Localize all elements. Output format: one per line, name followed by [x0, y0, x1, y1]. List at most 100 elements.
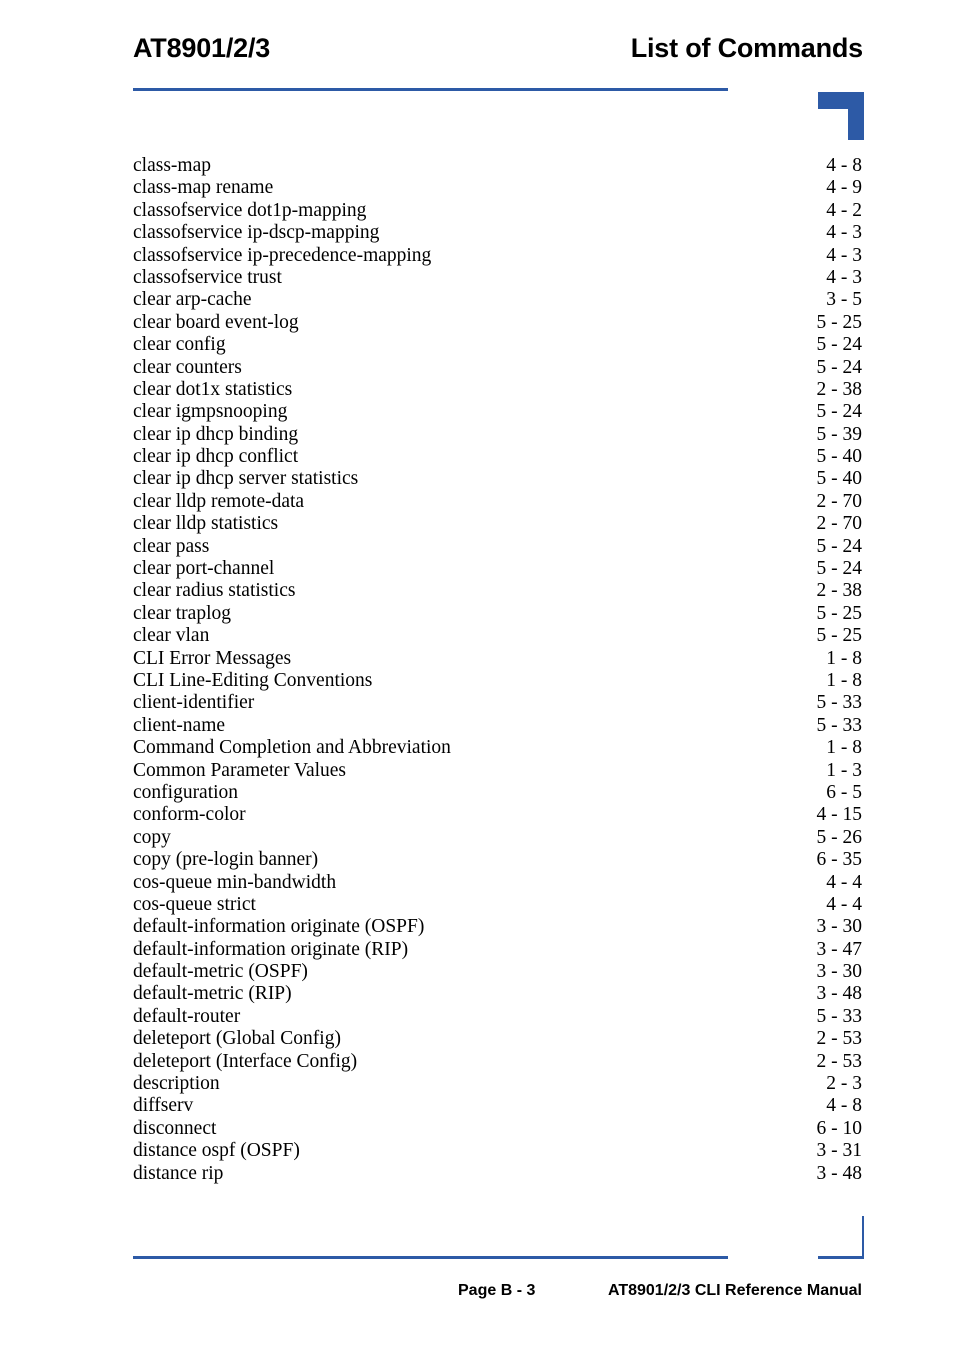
- index-entry-label: clear radius statistics: [133, 580, 296, 602]
- index-entry-label: disconnect: [133, 1117, 217, 1139]
- index-entry-row[interactable]: clear pass 5 - 24: [133, 536, 862, 558]
- index-entry-page-number: 5 - 24: [816, 401, 863, 423]
- index-entry-page-number: 6 - 10: [816, 1117, 863, 1139]
- index-entry-row[interactable]: clear lldp statistics 2 - 70: [133, 513, 862, 535]
- index-entry-row[interactable]: clear config 5 - 24: [133, 334, 862, 356]
- tab-marker-side-bar: [848, 92, 864, 140]
- index-entry-row[interactable]: distance rip 3 - 48: [133, 1163, 862, 1185]
- index-entry-label: class-map: [133, 155, 211, 176]
- index-entry-row[interactable]: copy 5 - 26: [133, 827, 862, 849]
- index-entry-row[interactable]: classofservice ip-precedence-mapping 4 - …: [133, 245, 862, 267]
- index-entry-page-number: 4 - 4: [826, 893, 862, 915]
- index-entry-row[interactable]: clear vlan 5 - 25: [133, 625, 862, 647]
- index-entry-row[interactable]: classofservice ip-dscp-mapping 4 - 3: [133, 222, 862, 244]
- index-entry-page-number: 4 - 8: [826, 1095, 862, 1117]
- page-title: List of Commands: [630, 33, 864, 63]
- index-entry-page-number: 5 - 24: [816, 334, 863, 356]
- index-entry-page-number: 2 - 70: [816, 490, 863, 512]
- index-entry-label: clear board event-log: [133, 311, 299, 333]
- index-entry-page-number: 1 - 8: [826, 737, 862, 759]
- index-entry-row[interactable]: clear radius statistics 2 - 38: [133, 580, 862, 602]
- footer-divider: [133, 1256, 728, 1259]
- index-entry-row[interactable]: clear ip dhcp binding 5 - 39: [133, 424, 862, 446]
- index-entry-row[interactable]: clear ip dhcp server statistics 5 - 40: [133, 468, 862, 490]
- index-entry-page-number: 4 - 8: [826, 155, 862, 176]
- index-entry-row[interactable]: default-information originate (RIP) 3 - 4…: [133, 939, 862, 961]
- index-entry-label: clear ip dhcp binding: [133, 423, 299, 445]
- index-entry-row[interactable]: clear counters 5 - 24: [133, 357, 862, 379]
- index-entry-label: clear pass: [133, 535, 210, 557]
- index-entry-row[interactable]: clear igmpsnooping 5 - 24: [133, 401, 862, 423]
- index-entry-row[interactable]: description 2 - 3: [133, 1073, 862, 1095]
- index-entry-row[interactable]: clear dot1x statistics 2 - 38: [133, 379, 862, 401]
- index-entry-row[interactable]: classofservice trust 4 - 3: [133, 267, 862, 289]
- index-entry-label: CLI Line-Editing Conventions: [133, 669, 373, 691]
- footer-page-number: Page B - 3: [458, 1282, 536, 1299]
- index-entry-page-number: 5 - 33: [816, 692, 863, 714]
- footer-corner-horizontal: [818, 1256, 864, 1259]
- index-entry-label: clear igmpsnooping: [133, 401, 288, 423]
- index-entry-row[interactable]: copy (pre-login banner) 6 - 35: [133, 849, 862, 871]
- index-entry-row[interactable]: deleteport (Global Config) 2 - 53: [133, 1028, 862, 1050]
- index-entry-page-number: 5 - 33: [816, 714, 863, 736]
- index-entry-page-number: 5 - 24: [816, 356, 863, 378]
- index-entry-row[interactable]: classofservice dot1p-mapping 4 - 2: [133, 200, 862, 222]
- index-entry-label: copy: [133, 826, 171, 848]
- index-entry-row[interactable]: conform-color 4 - 15: [133, 804, 862, 826]
- index-entry-row[interactable]: cos-queue strict 4 - 4: [133, 894, 862, 916]
- index-entry-row[interactable]: client-identifier 5 - 33: [133, 692, 862, 714]
- index-entry-page-number: 5 - 25: [816, 625, 863, 647]
- index-entry-row[interactable]: distance ospf (OSPF) 3 - 31: [133, 1140, 862, 1162]
- index-entry-row[interactable]: configuration 6 - 5: [133, 782, 862, 804]
- index-entry-label: default-metric (OSPF): [133, 961, 308, 983]
- index-entry-page-number: 2 - 53: [816, 1028, 863, 1050]
- index-entry-row[interactable]: deleteport (Interface Config) 2 - 53: [133, 1051, 862, 1073]
- index-entry-label: deleteport (Interface Config): [133, 1050, 358, 1072]
- index-entry-page-number: 4 - 3: [826, 266, 862, 288]
- index-entry-label: copy (pre-login banner): [133, 849, 319, 871]
- index-entry-page-number: 6 - 35: [816, 849, 863, 871]
- index-entry-row[interactable]: clear ip dhcp conflict 5 - 40: [133, 446, 862, 468]
- index-entry-row[interactable]: clear board event-log 5 - 25: [133, 312, 862, 334]
- page-header: AT8901/2/3 List of Commands: [133, 32, 863, 78]
- index-entry-row[interactable]: default-information originate (OSPF) 3 - …: [133, 916, 862, 938]
- index-entry-row[interactable]: Command Completion and Abbreviation 1 - 8: [133, 737, 862, 759]
- header-divider: [133, 88, 728, 91]
- index-entry-row[interactable]: default-router 5 - 33: [133, 1006, 862, 1028]
- index-entry-label: classofservice dot1p-mapping: [133, 199, 367, 221]
- index-entry-label: default-information originate (RIP): [133, 938, 409, 960]
- index-entry-row[interactable]: class-map 4 - 8: [133, 155, 862, 177]
- index-entry-label: client-identifier: [133, 692, 255, 714]
- index-entry-row[interactable]: default-metric (OSPF) 3 - 30: [133, 961, 862, 983]
- index-entry-row[interactable]: clear port-channel 5 - 24: [133, 558, 862, 580]
- index-entry-page-number: 4 - 9: [826, 177, 862, 199]
- index-entry-row[interactable]: clear traplog 5 - 25: [133, 603, 862, 625]
- index-entry-row[interactable]: cos-queue min-bandwidth 4 - 4: [133, 872, 862, 894]
- index-entry-row[interactable]: clear arp-cache 3 - 5: [133, 289, 862, 311]
- index-entry-row[interactable]: CLI Error Messages 1 - 8: [133, 648, 862, 670]
- index-entry-page-number: 3 - 48: [816, 1162, 863, 1184]
- command-index-list: class-map 4 - 8 class-map rename 4 - 9 class…: [133, 155, 862, 1185]
- index-entry-page-number: 5 - 33: [816, 1005, 863, 1027]
- index-entry-row[interactable]: class-map rename 4 - 9: [133, 177, 862, 199]
- index-entry-row[interactable]: CLI Line-Editing Conventions 1 - 8: [133, 670, 862, 692]
- index-entry-row[interactable]: disconnect 6 - 10: [133, 1118, 862, 1140]
- index-entry-page-number: 2 - 53: [816, 1050, 863, 1072]
- index-entry-label: conform-color: [133, 804, 246, 826]
- index-entry-page-number: 2 - 70: [816, 513, 863, 535]
- footer-manual-title: AT8901/2/3 CLI Reference Manual: [607, 1282, 862, 1299]
- index-entry-row[interactable]: diffserv 4 - 8: [133, 1095, 862, 1117]
- index-entry-row[interactable]: client-name 5 - 33: [133, 715, 862, 737]
- index-entry-page-number: 2 - 38: [816, 580, 863, 602]
- index-entry-label: Command Completion and Abbreviation: [133, 737, 451, 759]
- index-entry-label: clear config: [133, 334, 226, 356]
- index-entry-row[interactable]: default-metric (RIP) 3 - 48: [133, 983, 862, 1005]
- index-entry-row[interactable]: clear lldp remote-data 2 - 70: [133, 491, 862, 513]
- index-entry-page-number: 4 - 4: [826, 871, 862, 893]
- index-entry-label: deleteport (Global Config): [133, 1028, 341, 1050]
- index-entry-row[interactable]: Common Parameter Values 1 - 3: [133, 760, 862, 782]
- index-entry-page-number: 3 - 48: [816, 983, 863, 1005]
- index-entry-label: CLI Error Messages: [133, 647, 292, 669]
- index-entry-page-number: 2 - 3: [826, 1073, 862, 1095]
- index-entry-label: default-metric (RIP): [133, 983, 292, 1005]
